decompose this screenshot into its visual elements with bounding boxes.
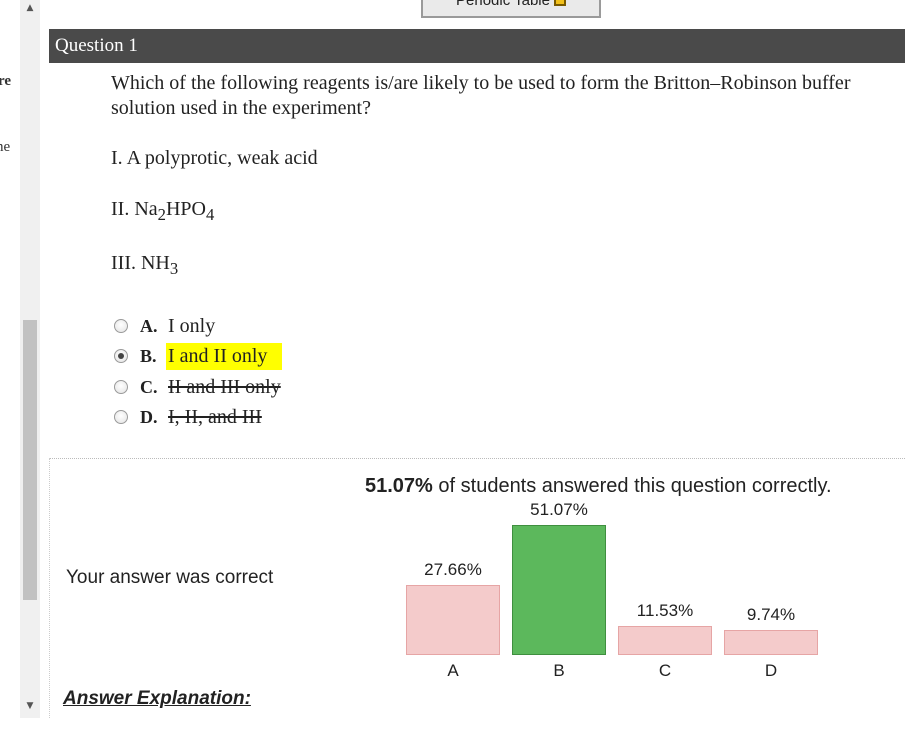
choice-b[interactable]: B. I and II only xyxy=(114,342,283,370)
statement-3: III. NH3 xyxy=(111,252,179,278)
bar-value-label: 27.66% xyxy=(424,560,482,579)
category-label: B xyxy=(553,661,565,680)
bar-c xyxy=(618,626,712,655)
bar-a xyxy=(406,585,500,655)
results-left-border xyxy=(49,458,50,718)
answer-distribution-chart: 27.66% A 51.07% B 11.53% C 9.74% D xyxy=(380,495,840,690)
choice-text-highlighted: I and II only xyxy=(166,342,283,370)
results-divider xyxy=(49,458,905,459)
sidebar-fragment-1: re xyxy=(0,73,12,89)
radio-button[interactable] xyxy=(114,319,128,333)
radio-button[interactable] xyxy=(114,410,128,424)
bar-value-label: 11.53% xyxy=(636,601,694,620)
bar-d xyxy=(724,630,818,655)
question-header: Question 1 xyxy=(49,29,905,63)
radio-button-selected[interactable] xyxy=(114,349,128,363)
choice-text-struck: II and III only xyxy=(168,375,281,398)
bar-value-label: 9.74% xyxy=(746,605,796,624)
scroll-up-arrow-icon[interactable]: ▲ xyxy=(20,0,40,16)
answer-explanation-heading[interactable]: Answer Explanation: xyxy=(63,688,251,710)
choice-letter: A. xyxy=(140,315,158,336)
choice-text-struck: I, II, and III xyxy=(168,405,262,428)
scroll-down-arrow-icon[interactable]: ▼ xyxy=(20,698,40,714)
choice-text: I only xyxy=(168,314,216,337)
periodic-table-button[interactable]: Periodic Table xyxy=(421,0,601,18)
question-text: Which of the following reagents is/are l… xyxy=(111,72,851,119)
periodic-table-label: Periodic Table xyxy=(456,0,550,9)
result-message: Your answer was correct xyxy=(66,567,274,588)
category-label: A xyxy=(447,661,459,680)
sidebar-fragment-2: ne xyxy=(0,139,11,155)
choice-letter: B. xyxy=(140,345,157,366)
bar-value-label: 51.07% xyxy=(530,500,588,519)
choice-c[interactable]: C. II and III only xyxy=(114,375,283,399)
vertical-scrollbar[interactable]: ▲ ▼ xyxy=(20,0,40,718)
choice-d[interactable]: D. I, II, and III xyxy=(114,405,264,429)
category-label: D xyxy=(764,661,778,680)
summary-text: of students answered this question corre… xyxy=(432,475,832,497)
scrollbar-thumb[interactable] xyxy=(23,320,37,600)
choice-a[interactable]: A. I only xyxy=(114,314,217,338)
bar-b xyxy=(512,525,606,655)
correct-percent: 51.07% xyxy=(365,475,433,497)
statement-1: I. A polyprotic, weak acid xyxy=(111,147,318,169)
window-icon xyxy=(553,0,566,6)
choice-letter: D. xyxy=(140,406,158,427)
category-label: C xyxy=(658,661,672,680)
statement-2: II. Na2HPO4 xyxy=(111,198,215,224)
radio-button[interactable] xyxy=(114,380,128,394)
choice-letter: C. xyxy=(140,376,158,397)
